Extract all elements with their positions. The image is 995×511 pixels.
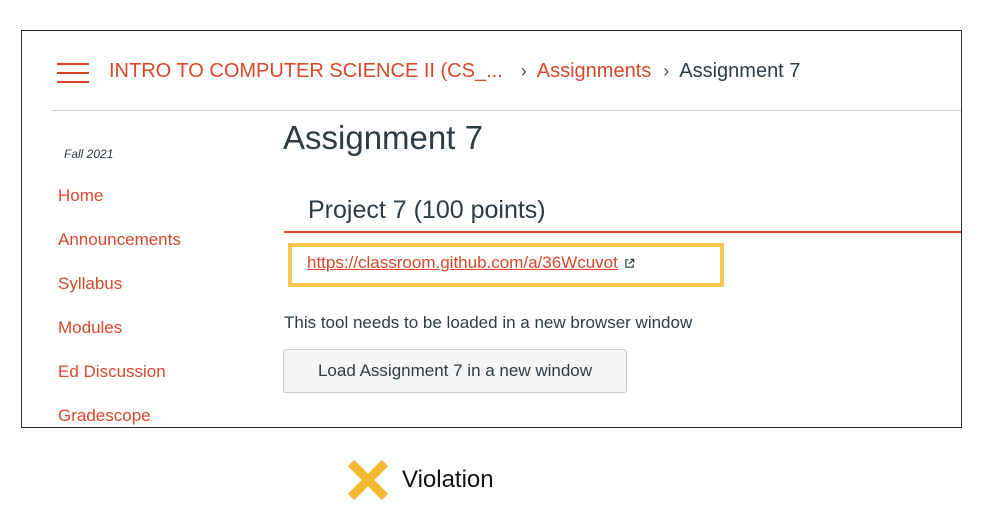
browser-frame: INTRO TO COMPUTER SCIENCE II (CS_... › A… xyxy=(21,30,962,428)
breadcrumb-current: Assignment 7 xyxy=(679,59,801,82)
breadcrumb: INTRO TO COMPUTER SCIENCE II (CS_... › A… xyxy=(109,57,800,85)
page-header: INTRO TO COMPUTER SCIENCE II (CS_... › A… xyxy=(22,31,961,111)
sidebar-item-gradescope[interactable]: Gradescope xyxy=(58,406,181,427)
external-link-icon xyxy=(625,258,635,268)
breadcrumb-assignments-link[interactable]: Assignments xyxy=(537,60,652,83)
hamburger-menu-icon[interactable] xyxy=(57,61,89,85)
load-assignment-button[interactable]: Load Assignment 7 in a new window xyxy=(283,349,627,393)
sidebar-item-home[interactable]: Home xyxy=(58,186,181,230)
violation-annotation: Violation xyxy=(346,458,494,502)
sidebar-item-ed-discussion[interactable]: Ed Discussion xyxy=(58,362,181,406)
chevron-right-icon: › xyxy=(520,60,527,81)
chevron-right-icon: › xyxy=(663,60,670,81)
page-title: Assignment 7 xyxy=(283,119,483,156)
sidebar-item-modules[interactable]: Modules xyxy=(58,318,181,362)
violation-label: Violation xyxy=(402,466,494,493)
section-divider xyxy=(284,231,961,233)
breadcrumb-course-link[interactable]: INTRO TO COMPUTER SCIENCE II (CS_... xyxy=(109,60,503,83)
header-divider xyxy=(52,110,961,111)
sidebar-item-announcements[interactable]: Announcements xyxy=(58,230,181,274)
github-classroom-link[interactable]: https://classroom.github.com/a/36Wcuvot xyxy=(307,253,635,273)
x-mark-icon xyxy=(347,459,389,501)
term-label: Fall 2021 xyxy=(64,147,114,161)
screenshot-stage: INTRO TO COMPUTER SCIENCE II (CS_... › A… xyxy=(0,0,995,511)
course-nav: Home Announcements Syllabus Modules Ed D… xyxy=(58,186,181,427)
tool-note: This tool needs to be loaded in a new br… xyxy=(284,313,693,332)
github-classroom-link-text: https://classroom.github.com/a/36Wcuvot xyxy=(307,253,618,272)
section-heading: Project 7 (100 points) xyxy=(308,196,546,224)
sidebar-item-syllabus[interactable]: Syllabus xyxy=(58,274,181,318)
